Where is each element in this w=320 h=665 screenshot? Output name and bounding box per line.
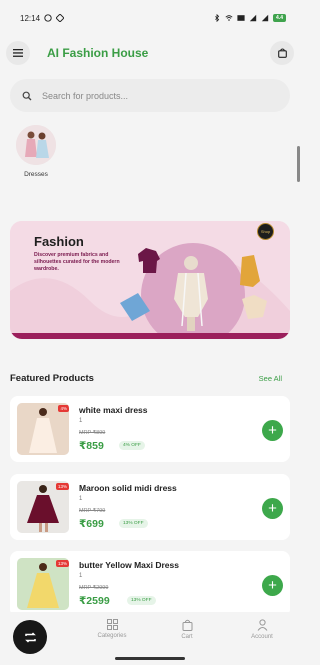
featured-header: Featured Products See All bbox=[10, 373, 282, 384]
app-title: AI Fashion House bbox=[47, 46, 149, 60]
status-bar: 12:14 4.4 bbox=[0, 0, 300, 36]
product-quantity: 1 bbox=[79, 496, 83, 502]
add-to-cart-button[interactable]: + bbox=[262, 575, 283, 596]
product-mrp: MRP ₹799 bbox=[79, 508, 106, 514]
product-image: 13% bbox=[17, 558, 69, 610]
discount-tag: 13% OFF bbox=[127, 596, 156, 605]
product-quantity: 1 bbox=[79, 573, 83, 579]
nav-item-account[interactable]: Account bbox=[237, 619, 287, 640]
battery-indicator: 4.4 bbox=[273, 14, 286, 22]
menu-button[interactable] bbox=[6, 41, 30, 65]
brand-logo: Shop bbox=[257, 223, 274, 240]
scrollbar[interactable] bbox=[297, 146, 300, 182]
signal-icon bbox=[261, 14, 269, 22]
shopping-bag-icon bbox=[277, 48, 287, 58]
shopping-bag-button[interactable] bbox=[270, 41, 294, 65]
see-all-link[interactable]: See All bbox=[259, 374, 282, 383]
product-name: butter Yellow Maxi Dress bbox=[79, 560, 179, 570]
search-input[interactable] bbox=[42, 90, 262, 101]
plus-icon: + bbox=[268, 500, 277, 517]
category-label: Dresses bbox=[24, 171, 48, 178]
product-name: Maroon solid midi dress bbox=[79, 483, 177, 493]
product-card[interactable]: 4% white maxi dress 1 MRP ₹899 ₹859 4% O… bbox=[10, 396, 290, 462]
product-name: white maxi dress bbox=[79, 405, 148, 415]
nav-label: Categories bbox=[97, 633, 127, 639]
product-card[interactable]: 13% Maroon solid midi dress 1 MRP ₹799 ₹… bbox=[10, 474, 290, 540]
product-mrp: MRP ₹2999 bbox=[79, 585, 109, 591]
repeat-icon bbox=[24, 631, 36, 643]
category-item-dresses[interactable]: Dresses bbox=[16, 125, 56, 178]
discount-badge: 13% bbox=[55, 560, 69, 567]
wifi-icon bbox=[225, 15, 233, 21]
product-price: ₹2599 bbox=[79, 595, 110, 607]
banner-title: Fashion bbox=[34, 234, 84, 249]
status-time: 12:14 bbox=[20, 13, 41, 23]
home-fab-button[interactable] bbox=[13, 620, 47, 654]
bluetooth-icon bbox=[215, 14, 220, 22]
product-image: 13% bbox=[17, 481, 69, 533]
product-quantity: 1 bbox=[79, 418, 83, 424]
nav-item-cart[interactable]: Cart bbox=[162, 619, 212, 640]
user-icon bbox=[257, 619, 267, 631]
nav-label: Cart bbox=[181, 634, 193, 640]
discount-tag: 13% OFF bbox=[119, 519, 148, 528]
grid-icon bbox=[106, 619, 118, 630]
discount-tag: 4% OFF bbox=[119, 441, 145, 450]
banner-subtitle: Discover premium fabrics and silhouettes… bbox=[34, 252, 120, 272]
category-image bbox=[16, 125, 56, 165]
promo-banner[interactable]: Fashion Discover premium fabrics and sil… bbox=[10, 221, 290, 339]
product-card[interactable]: 13% butter Yellow Maxi Dress 1 MRP ₹2999… bbox=[10, 551, 290, 617]
product-price: ₹699 bbox=[79, 518, 104, 530]
hamburger-icon bbox=[13, 49, 23, 57]
add-to-cart-button[interactable]: + bbox=[262, 420, 283, 441]
product-price: ₹859 bbox=[79, 440, 104, 452]
shopping-bag-icon bbox=[182, 619, 192, 631]
add-to-cart-button[interactable]: + bbox=[262, 498, 283, 519]
nav-label: Account bbox=[251, 634, 273, 640]
plus-icon: + bbox=[268, 577, 277, 594]
signal-icon bbox=[249, 14, 257, 22]
gesture-handle[interactable] bbox=[115, 657, 185, 660]
nav-item-categories[interactable]: Categories bbox=[87, 619, 137, 639]
product-image: 4% bbox=[17, 403, 69, 455]
section-title: Featured Products bbox=[10, 373, 94, 384]
plus-icon: + bbox=[268, 422, 277, 439]
search-bar[interactable] bbox=[10, 79, 290, 112]
whatsapp-icon bbox=[44, 14, 52, 22]
notification-icon bbox=[56, 14, 65, 22]
search-icon bbox=[22, 91, 32, 100]
volte-icon bbox=[237, 15, 245, 21]
product-mrp: MRP ₹899 bbox=[79, 430, 106, 436]
discount-badge: 4% bbox=[58, 405, 69, 412]
app-bar: AI Fashion House bbox=[0, 36, 300, 72]
discount-badge: 13% bbox=[55, 483, 69, 490]
